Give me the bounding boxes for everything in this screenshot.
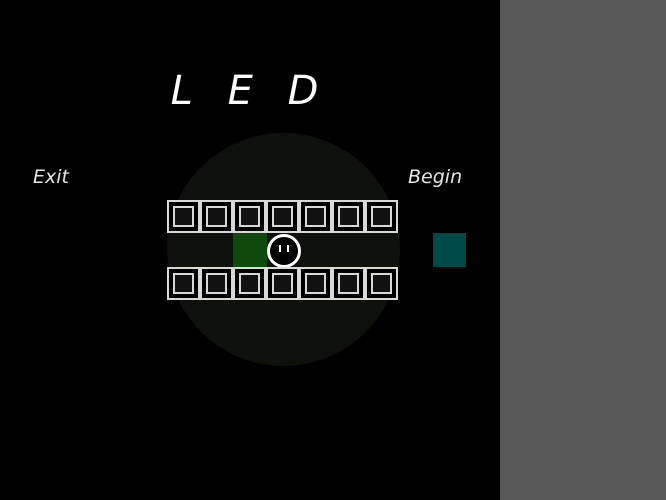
led-cell: [299, 267, 332, 300]
led-cell: [299, 200, 332, 233]
led-cell: [233, 200, 266, 233]
player-left-eye: [279, 245, 281, 252]
led-cell: [332, 200, 365, 233]
led-cell: [167, 200, 200, 233]
led-cell: [332, 267, 365, 300]
path-row: [167, 233, 400, 268]
bottom-led-row: [167, 267, 398, 300]
led-cell: [200, 200, 233, 233]
side-panel: [500, 0, 666, 500]
begin-button[interactable]: Begin: [408, 166, 462, 188]
goal-tile[interactable]: [433, 233, 466, 267]
led-cell: [365, 200, 398, 233]
led-cell: [233, 267, 266, 300]
top-led-row: [167, 200, 398, 233]
lit-tile: [233, 233, 267, 267]
led-cell: [200, 267, 233, 300]
led-cell: [266, 200, 299, 233]
game-area: L E D Exit Begin: [0, 0, 500, 500]
led-cell: [365, 267, 398, 300]
player-smiley-icon[interactable]: [267, 234, 301, 268]
player-right-eye: [287, 245, 289, 252]
led-cell: [266, 267, 299, 300]
exit-button[interactable]: Exit: [33, 166, 69, 188]
game-title: L E D: [170, 68, 330, 114]
led-cell: [167, 267, 200, 300]
